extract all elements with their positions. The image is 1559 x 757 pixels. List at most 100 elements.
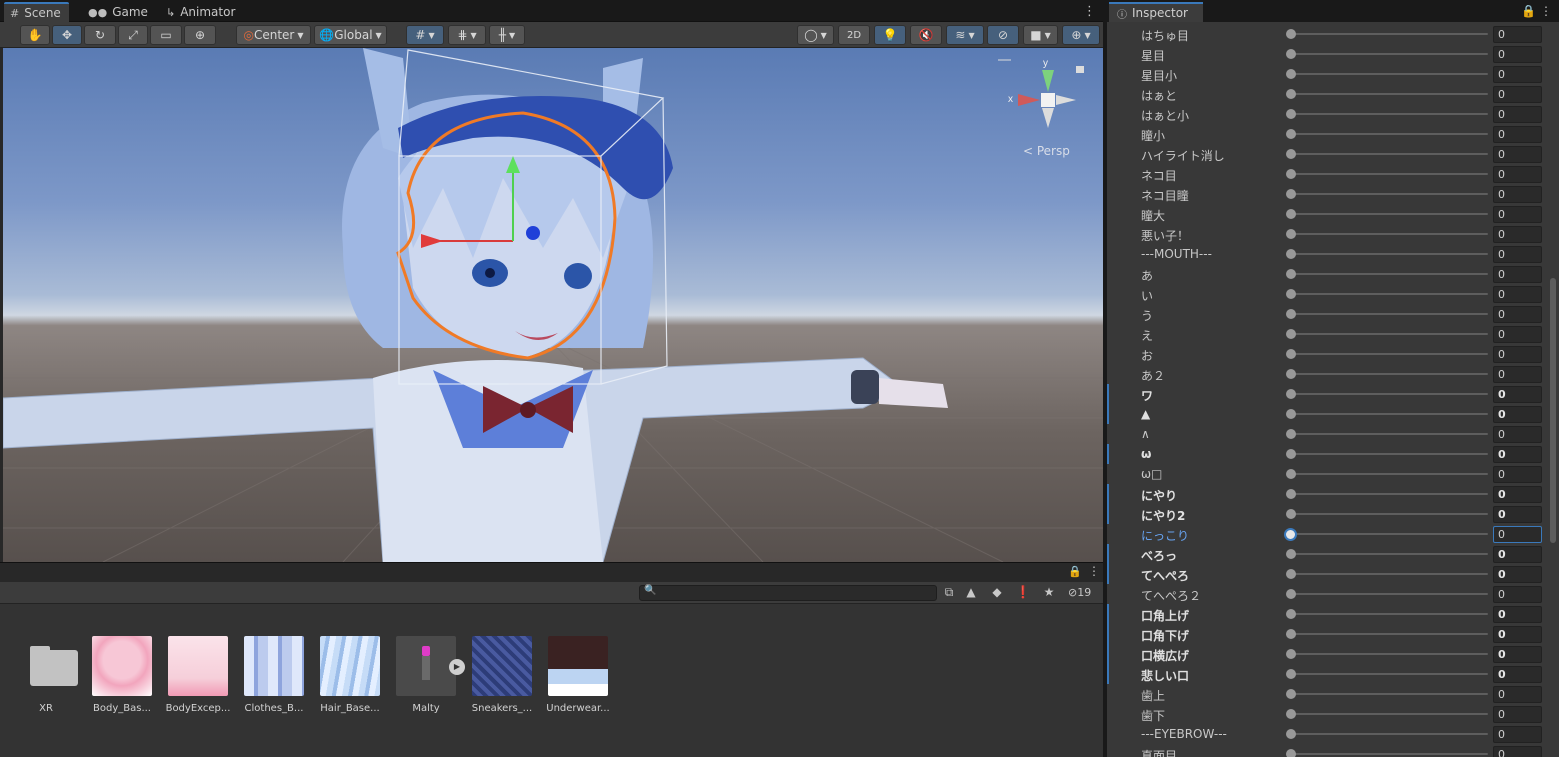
slider-track[interactable]	[1290, 673, 1488, 675]
space-dropdown[interactable]: 🌐 Global ▼	[314, 25, 387, 45]
slider-track[interactable]	[1290, 373, 1488, 375]
blendshape-value-field[interactable]: 0	[1493, 466, 1542, 483]
slider-handle[interactable]	[1286, 289, 1296, 299]
hand-tool-button[interactable]: ✋	[20, 25, 50, 45]
scene-menu-icon[interactable]: ⋮	[1083, 4, 1096, 19]
slider-handle[interactable]	[1286, 169, 1296, 179]
inspector-menu-icon[interactable]: ⋮	[1540, 4, 1552, 18]
slider-track[interactable]	[1290, 313, 1488, 315]
scene-viewport[interactable]: x y < Persp	[3, 48, 1103, 562]
slider-handle[interactable]	[1286, 269, 1296, 279]
blendshape-value-field[interactable]: 0	[1493, 226, 1542, 243]
slider-handle[interactable]	[1286, 669, 1296, 679]
blendshape-value-field[interactable]: 0	[1493, 506, 1542, 523]
hidden-packages-count[interactable]: ⊘19	[1068, 586, 1091, 599]
slider-track[interactable]	[1290, 633, 1488, 635]
blendshape-value-field[interactable]: 0	[1493, 446, 1542, 463]
slider-handle[interactable]	[1286, 389, 1296, 399]
tab-animator[interactable]: ↳ Animator	[160, 2, 243, 22]
slider-handle[interactable]	[1286, 589, 1296, 599]
blendshape-value-field[interactable]: 0	[1493, 46, 1542, 63]
asset-item[interactable]: Hair_Base...	[312, 636, 388, 714]
rotate-tool-button[interactable]: ↻	[84, 25, 116, 45]
slider-track[interactable]	[1290, 233, 1488, 235]
asset-item[interactable]: XR	[8, 636, 84, 714]
grid-snap-button[interactable]: # ▼	[406, 25, 444, 45]
slider-track[interactable]	[1290, 533, 1488, 535]
slider-track[interactable]	[1290, 413, 1488, 415]
blendshape-value-field[interactable]: 0	[1493, 546, 1542, 563]
slider-track[interactable]	[1290, 393, 1488, 395]
slider-handle[interactable]	[1286, 549, 1296, 559]
scene-visibility-toggle[interactable]: ⊘	[987, 25, 1019, 45]
effects-button[interactable]: ≋ ▼	[946, 25, 984, 45]
blendshape-value-field[interactable]: 0	[1493, 66, 1542, 83]
move-tool-button[interactable]: ✥	[52, 25, 82, 45]
slider-handle[interactable]	[1286, 349, 1296, 359]
blendshape-value-field[interactable]: 0	[1493, 286, 1542, 303]
slider-handle[interactable]	[1286, 149, 1296, 159]
blendshape-value-field[interactable]: 0	[1493, 726, 1542, 743]
blendshape-value-field[interactable]: 0	[1493, 266, 1542, 283]
project-menu-icon[interactable]: ⋮	[1088, 564, 1100, 578]
slider-handle[interactable]	[1286, 429, 1296, 439]
slider-track[interactable]	[1290, 273, 1488, 275]
slider-track[interactable]	[1290, 653, 1488, 655]
slider-track[interactable]	[1290, 353, 1488, 355]
blendshape-value-field[interactable]: 0	[1493, 186, 1542, 203]
slider-handle[interactable]	[1286, 189, 1296, 199]
blendshape-value-field[interactable]: 0	[1493, 246, 1542, 263]
snap-settings-button[interactable]: ⋕ ▼	[448, 25, 486, 45]
blendshape-value-field[interactable]: 0	[1493, 686, 1542, 703]
slider-track[interactable]	[1290, 73, 1488, 75]
slider-handle[interactable]	[1286, 69, 1296, 79]
slider-track[interactable]	[1290, 553, 1488, 555]
slider-handle[interactable]	[1286, 749, 1296, 757]
asset-item[interactable]: Sneakers_...	[464, 636, 540, 714]
lock-icon[interactable]: 🔒	[1521, 4, 1536, 18]
slider-track[interactable]	[1290, 333, 1488, 335]
lock-icon[interactable]: 🔒	[1068, 565, 1082, 578]
slider-handle[interactable]	[1286, 449, 1296, 459]
slider-track[interactable]	[1290, 513, 1488, 515]
pivot-dropdown[interactable]: ◎ Center ▼	[236, 25, 311, 45]
slider-track[interactable]	[1290, 693, 1488, 695]
blendshape-value-field[interactable]: 0	[1493, 606, 1542, 623]
blendshape-value-field[interactable]: 0	[1493, 426, 1542, 443]
camera-settings-button[interactable]: ■ ▼	[1023, 25, 1058, 45]
slider-track[interactable]	[1290, 113, 1488, 115]
slider-track[interactable]	[1290, 453, 1488, 455]
slider-track[interactable]	[1290, 733, 1488, 735]
slider-track[interactable]	[1290, 93, 1488, 95]
slider-handle[interactable]	[1286, 709, 1296, 719]
slider-handle[interactable]	[1286, 649, 1296, 659]
slider-handle[interactable]	[1286, 509, 1296, 519]
slider-handle[interactable]	[1286, 249, 1296, 259]
transform-tool-button[interactable]: ⊕	[184, 25, 216, 45]
asset-item[interactable]: Underwear...	[540, 636, 616, 714]
slider-handle[interactable]	[1286, 209, 1296, 219]
blendshape-value-field[interactable]: 0	[1493, 706, 1542, 723]
favorite-star-icon[interactable]: ★	[1040, 585, 1058, 601]
slider-track[interactable]	[1290, 173, 1488, 175]
project-search-input[interactable]: 🔍	[639, 585, 937, 601]
slider-handle[interactable]	[1286, 469, 1296, 479]
blendshape-value-field[interactable]: 0	[1493, 166, 1542, 183]
blendshape-value-field[interactable]: 0	[1493, 326, 1542, 343]
blendshape-value-field[interactable]: 0	[1493, 346, 1542, 363]
slider-track[interactable]	[1290, 213, 1488, 215]
blendshape-value-field[interactable]: 0	[1493, 146, 1542, 163]
slider-track[interactable]	[1290, 53, 1488, 55]
blendshape-value-field[interactable]: 0	[1493, 406, 1542, 423]
slider-handle[interactable]	[1286, 729, 1296, 739]
blendshape-value-field[interactable]: 0	[1493, 526, 1542, 543]
slider-track[interactable]	[1290, 133, 1488, 135]
slider-handle[interactable]	[1286, 409, 1296, 419]
slider-handle[interactable]	[1286, 29, 1296, 39]
slider-handle[interactable]	[1286, 369, 1296, 379]
slider-handle[interactable]	[1286, 689, 1296, 699]
slider-handle[interactable]	[1286, 309, 1296, 319]
slider-track[interactable]	[1290, 493, 1488, 495]
slider-track[interactable]	[1290, 573, 1488, 575]
blendshape-value-field[interactable]: 0	[1493, 366, 1542, 383]
